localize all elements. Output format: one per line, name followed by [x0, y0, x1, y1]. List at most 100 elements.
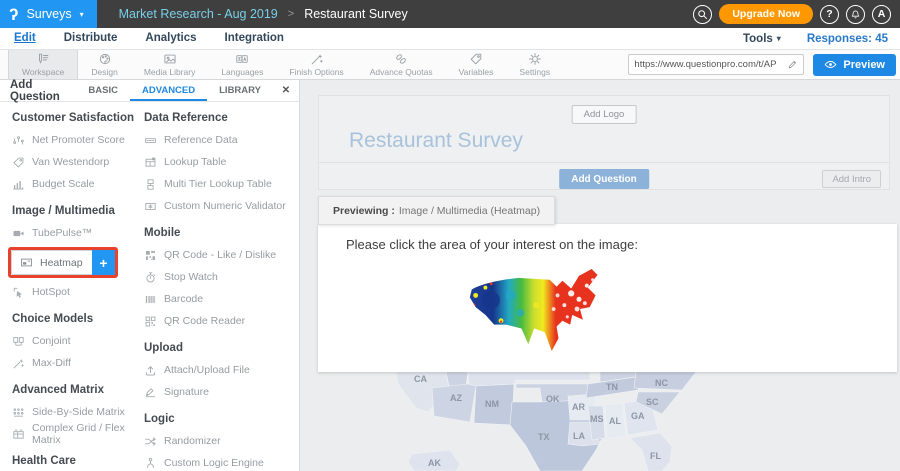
toolbar-settings[interactable]: Settings — [506, 50, 563, 79]
question-type-van-westendorp[interactable]: Van Westendorp — [12, 151, 144, 173]
question-type-label: Budget Scale — [32, 178, 94, 190]
section-header: Health Care — [12, 455, 144, 467]
question-type-list: Customer Satisfaction Net Promoter Score… — [0, 102, 299, 471]
video-camera-icon — [12, 227, 25, 240]
survey-canvas: CA AZ NM OK AR TN NC SC MS AL GA TX LA F… — [300, 80, 900, 471]
toolbar-media-library[interactable]: Media Library — [131, 50, 209, 79]
question-type-qr-code-reader[interactable]: QR Code Reader — [144, 310, 296, 332]
question-type-conjoint[interactable]: Conjoint — [12, 330, 144, 352]
avatar[interactable]: A — [872, 5, 891, 24]
question-type-reference-data[interactable]: Reference Data — [144, 129, 296, 151]
section-customer-satisfaction: Customer Satisfaction Net Promoter Score… — [12, 112, 144, 195]
map-state-label: AR — [572, 402, 585, 412]
question-type-custom-numeric-validator[interactable]: Custom Numeric Validator — [144, 195, 296, 217]
question-type-heatmap[interactable]: Heatmap — [11, 250, 92, 275]
question-type-net-promoter-score[interactable]: Net Promoter Score — [12, 129, 144, 151]
toolbar-item-label: Media Library — [144, 67, 196, 77]
section-header: Choice Models — [12, 313, 144, 325]
question-type-stop-watch[interactable]: Stop Watch — [144, 266, 296, 288]
section-logic: Logic Randomizer Custom Logic Engine — [144, 413, 296, 471]
survey-toolbar: Workspace Design Media Library Languages… — [0, 50, 900, 80]
tab-basic[interactable]: BASIC — [76, 80, 130, 101]
lookup-table-icon — [144, 156, 157, 169]
breadcrumb-separator: > — [288, 8, 294, 20]
us-map-background: CA AZ NM OK AR TN NC SC MS AL GA TX LA F… — [300, 372, 710, 471]
question-type-barcode[interactable]: Barcode — [144, 288, 296, 310]
surveys-menu[interactable]: ʔ Surveys ▾ — [0, 0, 97, 28]
question-type-multi-tier-lookup[interactable]: Multi Tier Lookup Table — [144, 173, 296, 195]
heatmap-gradient-area — [462, 266, 618, 354]
search-icon — [697, 9, 708, 20]
question-type-max-diff[interactable]: Max-Diff — [12, 352, 144, 374]
notifications-button[interactable] — [846, 5, 865, 24]
preview-button[interactable]: Preview — [813, 54, 896, 76]
add-intro-button[interactable]: Add Intro — [822, 170, 881, 188]
survey-header-block: Add Logo Restaurant Survey Add Question … — [318, 95, 890, 190]
tab-advanced[interactable]: ADVANCED — [130, 80, 207, 101]
responses-count[interactable]: Responses: 45 — [807, 33, 888, 45]
question-type-budget-scale[interactable]: Budget Scale — [12, 173, 144, 195]
tab-library[interactable]: LIBRARY — [207, 80, 273, 101]
question-preview-card: Please click the area of your interest o… — [318, 224, 897, 372]
bell-icon — [850, 9, 861, 20]
question-type-attach-upload-file[interactable]: Attach/Upload File — [144, 359, 296, 381]
edit-url-button[interactable] — [781, 55, 803, 74]
upgrade-now-button[interactable]: Upgrade Now — [719, 4, 813, 24]
section-header: Upload — [144, 342, 296, 354]
question-type-complex-grid[interactable]: Complex Grid / Flex Matrix — [12, 423, 144, 445]
grid-dots-icon — [12, 406, 25, 419]
question-type-lookup-table[interactable]: Lookup Table — [144, 151, 296, 173]
question-type-label: Lookup Table — [164, 156, 226, 168]
logic-branch-icon — [144, 457, 157, 470]
question-type-tubepulse[interactable]: TubePulse™ — [12, 222, 144, 244]
breadcrumb-folder[interactable]: Market Research - Aug 2019 — [119, 7, 278, 21]
upload-icon — [144, 364, 157, 377]
previewing-label: Previewing : — [333, 205, 395, 217]
tab-edit[interactable]: Edit — [0, 28, 50, 49]
map-state-label: GA — [631, 411, 645, 421]
add-question-button[interactable]: Add Question — [559, 169, 649, 189]
question-type-signature[interactable]: Signature — [144, 381, 296, 403]
survey-title[interactable]: Restaurant Survey — [349, 129, 523, 153]
toolbar-finish-options[interactable]: Finish Options — [276, 50, 356, 79]
tiers-icon — [144, 178, 157, 191]
tab-integration[interactable]: Integration — [211, 28, 298, 49]
toolbar-item-label: Variables — [459, 67, 494, 77]
question-type-hotspot[interactable]: HotSpot — [12, 281, 144, 303]
map-state-label: OK — [546, 394, 560, 404]
toolbar-design[interactable]: Design — [78, 50, 130, 79]
question-type-label: Reference Data — [164, 134, 238, 146]
survey-url-input[interactable] — [629, 59, 781, 70]
heatmap-image[interactable] — [462, 266, 618, 354]
toolbar-item-label: Languages — [221, 67, 263, 77]
help-button[interactable]: ? — [820, 5, 839, 24]
map-state-label: AK — [428, 458, 441, 468]
toolbar-item-label: Advance Quotas — [370, 67, 433, 77]
preview-button-label: Preview — [843, 59, 885, 71]
toolbar-right: Preview — [628, 50, 900, 79]
question-type-label: Attach/Upload File — [164, 364, 250, 376]
question-type-randomizer[interactable]: Randomizer — [144, 430, 296, 452]
chevron-down-icon: ▾ — [777, 34, 781, 43]
heatmap-add-button[interactable]: + — [92, 250, 115, 275]
toolbar-advance-quotas[interactable]: Advance Quotas — [357, 50, 446, 79]
tab-analytics[interactable]: Analytics — [131, 28, 210, 49]
search-button[interactable] — [693, 5, 712, 24]
toolbar-languages[interactable]: Languages — [208, 50, 276, 79]
question-type-custom-logic-engine[interactable]: Custom Logic Engine — [144, 452, 296, 471]
toolbar-workspace[interactable]: Workspace — [8, 50, 78, 79]
close-panel-button[interactable]: ✕ — [273, 80, 299, 101]
section-header: Logic — [144, 413, 296, 425]
tools-menu[interactable]: Tools ▾ — [743, 33, 781, 45]
add-logo-button[interactable]: Add Logo — [572, 105, 637, 124]
question-type-side-by-side-matrix[interactable]: Side-By-Side Matrix — [12, 401, 144, 423]
nav-right: Tools ▾ Responses: 45 — [743, 33, 900, 45]
tab-distribute[interactable]: Distribute — [50, 28, 132, 49]
bar-chart-icon — [12, 178, 25, 191]
complex-grid-icon — [12, 428, 25, 441]
palette-icon — [98, 52, 112, 66]
question-type-qr-like-dislike[interactable]: QR Code - Like / Dislike — [144, 244, 296, 266]
map-state-label: AZ — [450, 393, 462, 403]
map-state-label: TX — [538, 432, 550, 442]
toolbar-variables[interactable]: Variables — [446, 50, 507, 79]
